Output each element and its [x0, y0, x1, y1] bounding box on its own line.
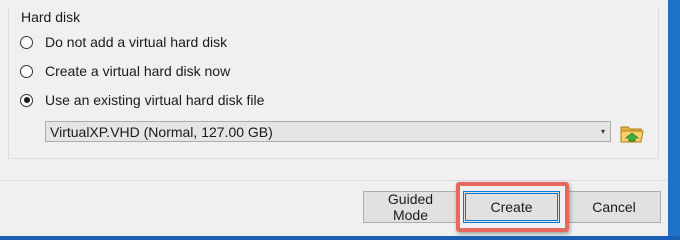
hard-disk-group-title: Hard disk [21, 8, 85, 26]
existing-disk-select[interactable]: VirtualXP.VHD (Normal, 127.00 GB) ▾ [45, 121, 611, 142]
create-button[interactable]: Create [463, 191, 560, 223]
radio-existing-hard-disk[interactable]: Use an existing virtual hard disk file [20, 90, 264, 110]
folder-browse-icon[interactable] [619, 122, 645, 144]
button-bar-separator [0, 180, 668, 181]
chevron-down-icon[interactable]: ▾ [596, 127, 610, 136]
focus-ring [465, 193, 558, 221]
create-virtual-machine-dialog: Hard disk Do not add a virtual hard disk… [0, 0, 668, 236]
radio-label: Create a virtual hard disk now [45, 63, 231, 79]
taskbar-edge [0, 236, 680, 240]
desktop-background [668, 0, 680, 240]
radio-button-selected[interactable] [20, 93, 33, 107]
radio-button[interactable] [20, 64, 33, 78]
existing-disk-value: VirtualXP.VHD (Normal, 127.00 GB) [50, 123, 273, 140]
radio-create-hard-disk[interactable]: Create a virtual hard disk now [20, 61, 230, 81]
radio-no-hard-disk[interactable]: Do not add a virtual hard disk [20, 32, 227, 52]
radio-label: Do not add a virtual hard disk [45, 34, 228, 50]
radio-button[interactable] [20, 35, 33, 49]
cancel-button[interactable]: Cancel [567, 191, 661, 223]
radio-label: Use an existing virtual hard disk file [45, 92, 265, 108]
guided-mode-button[interactable]: Guided Mode [363, 191, 458, 223]
